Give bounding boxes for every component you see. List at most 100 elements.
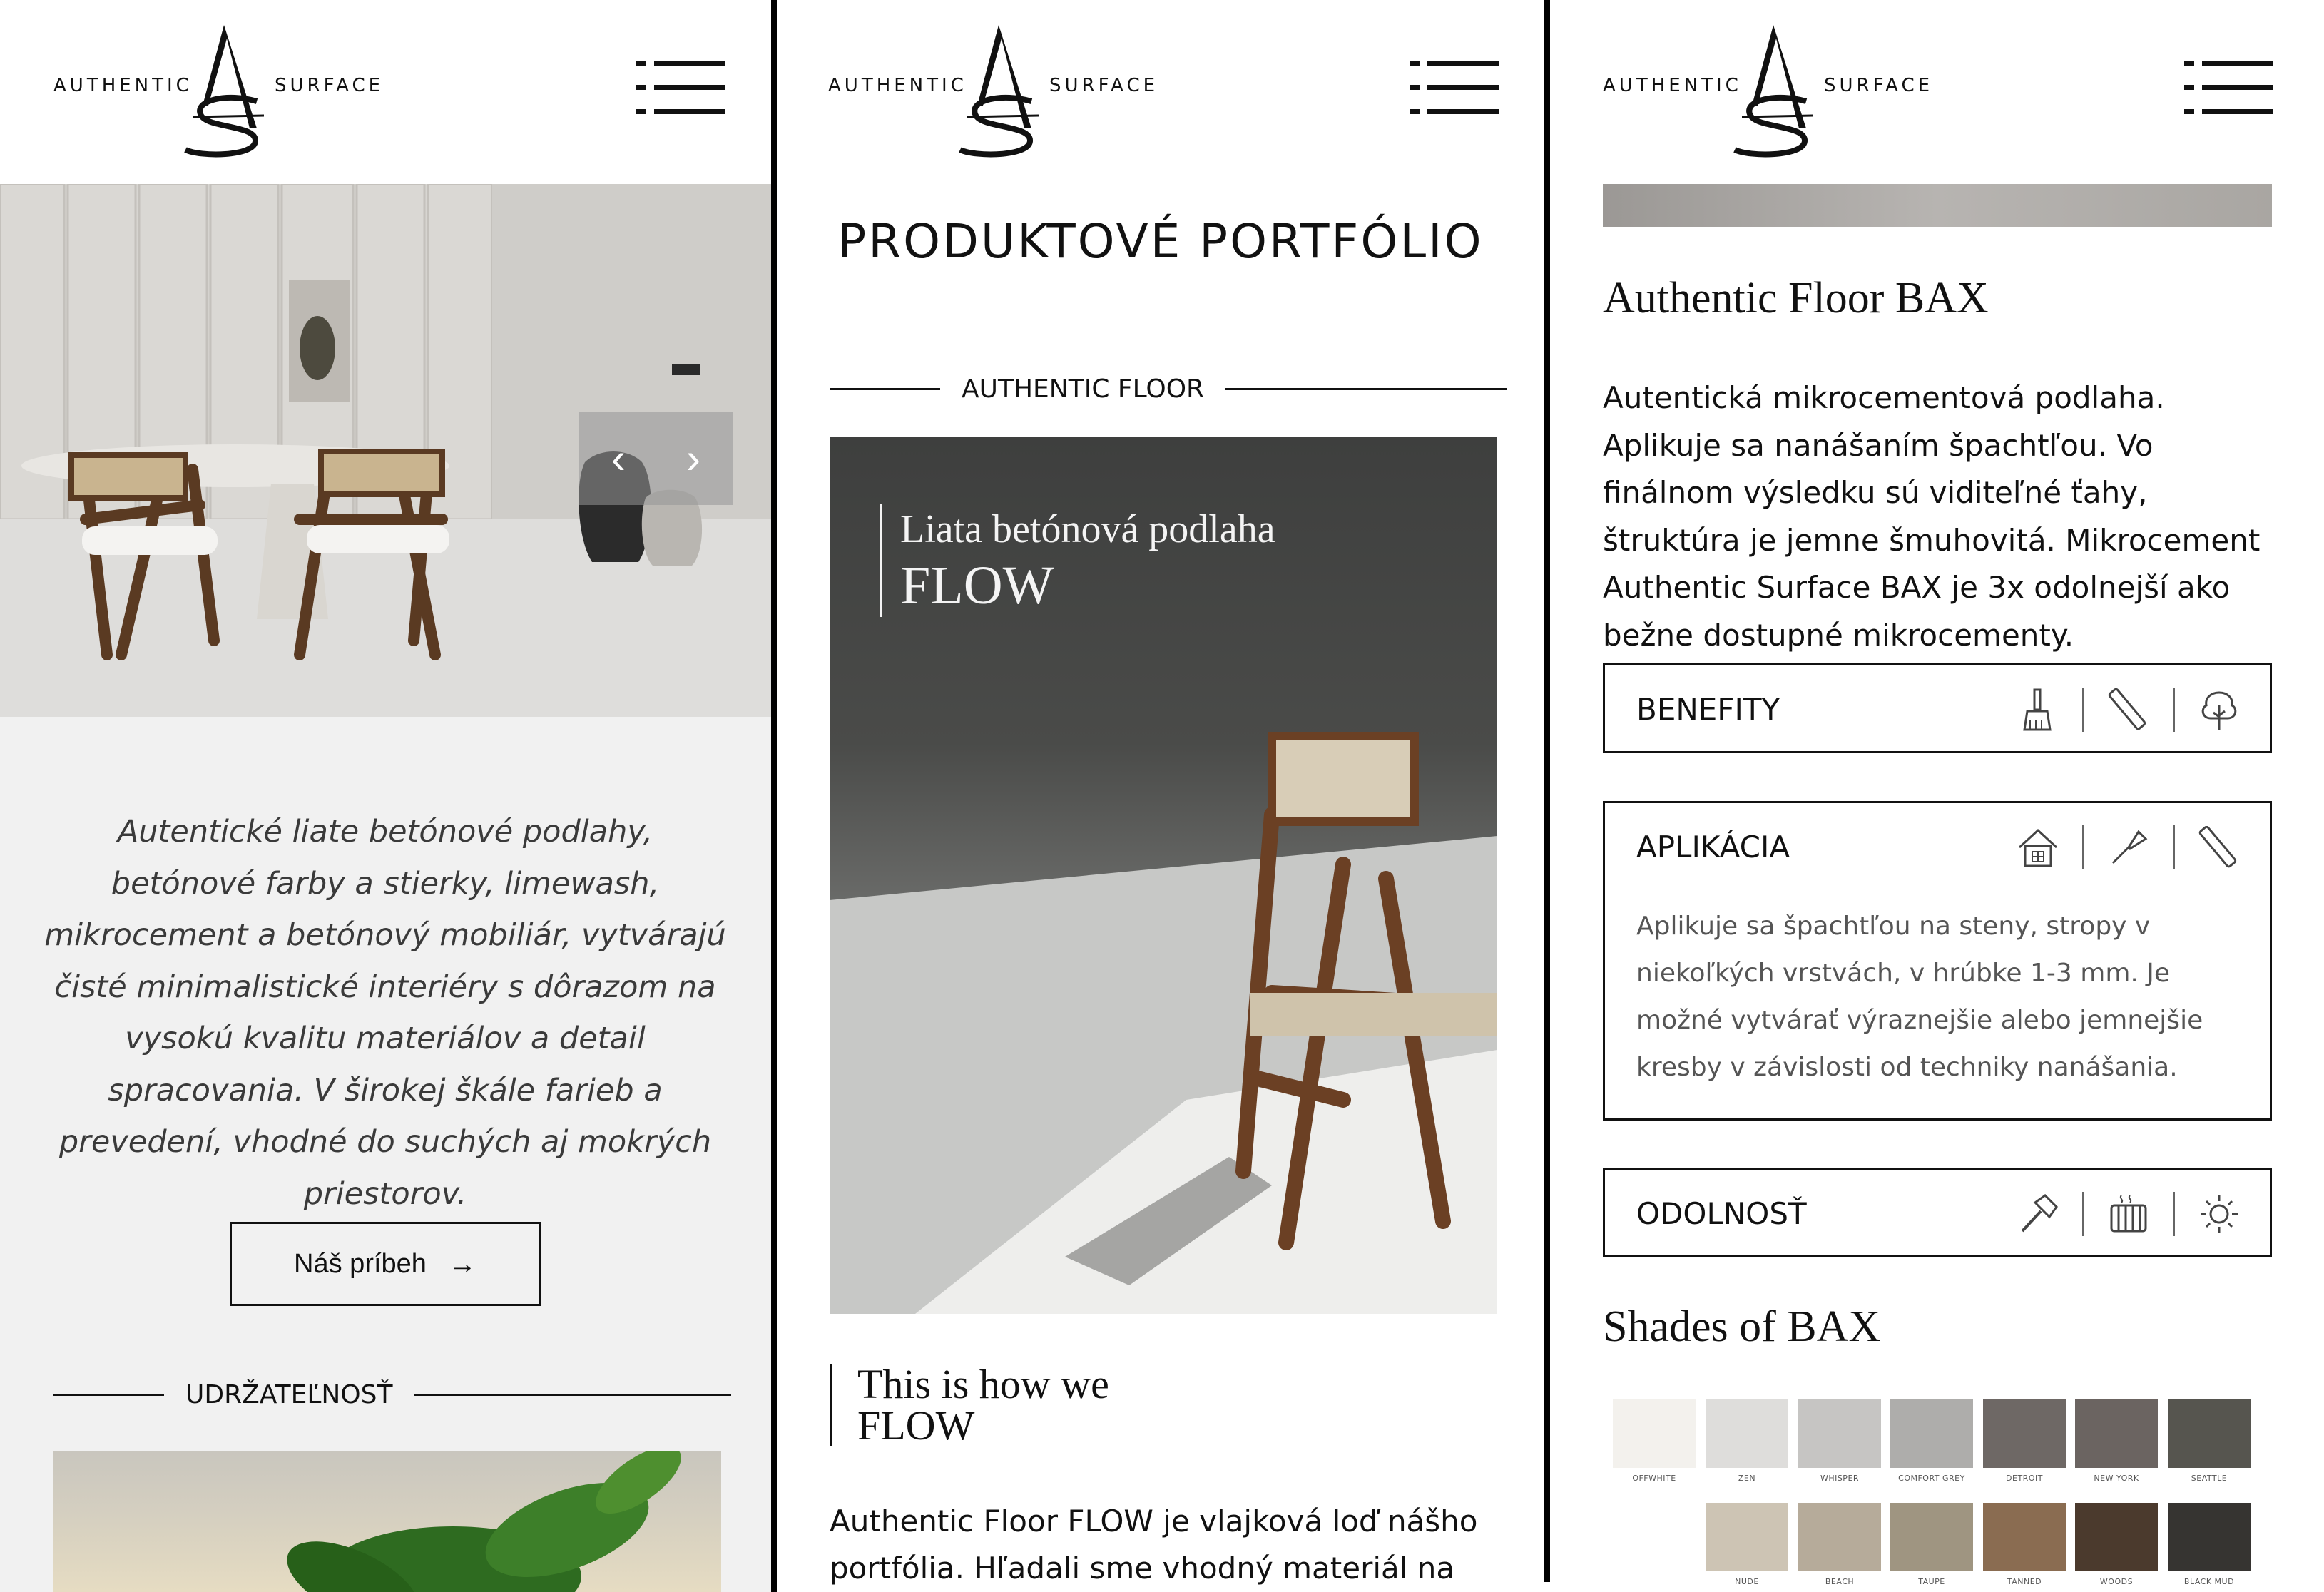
shade-swatch[interactable]: TANNED [1983,1503,2066,1586]
logo-monogram-icon [1733,25,1814,158]
shade-chip [1798,1503,1881,1571]
plant-photo [53,1451,721,1592]
accordion-benefits[interactable]: BENEFITY [1603,663,2272,753]
quote-line1: This is how we [857,1361,1109,1407]
shade-name: WHISPER [1820,1474,1860,1483]
shade-name: NEW YORK [2094,1474,2139,1483]
shade-name: SEATTLE [2191,1474,2228,1483]
shade-chip [2168,1399,2251,1468]
shade-chip [1798,1399,1881,1468]
brand-word-right: SURFACE [1049,75,1159,96]
product-description: Autentická mikrocementová podlaha. Aplik… [1603,380,2261,653]
authentic-floor-label: AUTHENTIC FLOOR [962,374,1205,404]
brand-logo[interactable]: AUTHENTIC SURFACE [1603,21,1938,164]
mobile-screen-product: AUTHENTIC SURFACE Authentic Floor BAX Au… [1551,0,2324,1592]
hammer-icon [2013,1189,2063,1239]
accordion-application-title[interactable]: APLIKÁCIA [1636,830,1790,864]
shade-swatch[interactable]: COMFORT GREY [1890,1399,1973,1483]
hero-slider-image: ‹ › [0,184,771,717]
shade-name: TANNED [2007,1577,2042,1586]
shade-name: COMFORT GREY [1898,1474,1965,1483]
logo-monogram-icon [959,25,1039,158]
mobile-screen-home: AUTHENTIC SURFACE ‹ › Autentické liate b… [0,0,771,1592]
accordion-resistance-title[interactable]: ODOLNOSŤ [1636,1196,1807,1231]
shade-swatch[interactable]: BEACH [1798,1503,1881,1586]
shade-name: BEACH [1825,1577,1855,1586]
shade-swatch[interactable]: DETROIT [1983,1399,2066,1483]
house-icon [2013,822,2063,872]
shades-title: Shades of BAX [1603,1302,1881,1351]
shade-chip [1890,1399,1973,1468]
shade-name: TAUPE [1918,1577,1945,1586]
shade-swatch[interactable]: NEW YORK [2075,1399,2158,1483]
shade-swatch[interactable]: BLACK MUD [2168,1503,2251,1586]
slider-controls: ‹ › [579,412,733,505]
shade-swatch[interactable]: TAUPE [1890,1503,1973,1586]
trowel-icon [2194,822,2244,872]
accordion-resistance[interactable]: ODOLNOSŤ [1603,1168,2272,1257]
shade-swatch[interactable]: ZEN [1706,1399,1788,1483]
panel-divider [1544,0,1550,1582]
shade-name: OFFWHITE [1632,1474,1676,1483]
menu-hamburger-icon[interactable] [2184,61,2273,118]
resistance-icons [2013,1189,2244,1239]
quote-line2: FLOW [857,1402,975,1449]
brand-word-right: SURFACE [275,75,384,96]
shade-chip [1890,1503,1973,1571]
brand-logo[interactable]: AUTHENTIC SURFACE [53,21,389,164]
intro-paragraph: Autentické liate betónové podlahy, betón… [44,814,726,1212]
menu-hamburger-icon[interactable] [636,61,725,118]
shade-name: NUDE [1735,1577,1759,1586]
sustainability-heading: UDRŽATEĽNOSŤ [53,1380,732,1409]
shade-swatch[interactable]: WHISPER [1798,1399,1881,1483]
shade-swatch[interactable]: SEATTLE [2168,1399,2251,1483]
shade-chip [2168,1503,2251,1571]
accordion-application[interactable]: APLIKÁCIA Aplikuje sa špachtľou na steny… [1603,801,2272,1121]
flow-hero-image[interactable]: Liata betónová podlaha FLOW [830,437,1497,1314]
hero-caption: Liata betónová podlaha FLOW [880,504,1275,617]
benefits-icons [2013,685,2244,735]
product-heading: Authentic Floor BAX [1603,274,1989,322]
brand-word-right: SURFACE [1824,75,1934,96]
authentic-floor-heading: AUTHENTIC FLOOR [830,374,1508,404]
shade-swatch[interactable]: NUDE [1706,1503,1788,1586]
product-image-strip [1603,184,2272,227]
shade-name: DETROIT [2006,1474,2043,1483]
shade-chip [1613,1399,1696,1468]
shade-chip [2075,1399,2158,1468]
shade-name: BLACK MUD [2183,1577,2235,1586]
shade-name: WOODS [2099,1577,2134,1586]
slider-next-button[interactable]: › [672,430,715,487]
slider-prev-button[interactable]: ‹ [597,430,640,487]
sun-icon [2194,1189,2244,1239]
menu-hamburger-icon[interactable] [1410,61,1499,118]
panel-divider [771,0,777,1592]
shade-swatch[interactable]: OFFWHITE [1613,1399,1696,1483]
accordion-benefits-title[interactable]: BENEFITY [1636,692,1780,727]
brush-icon [2013,685,2063,735]
shade-chip [1983,1399,2066,1468]
our-story-button[interactable]: Náš príbeh → [230,1222,541,1306]
flow-description: Authentic Floor FLOW je vlajková loď náš… [830,1504,1478,1586]
spatula-icon [2104,822,2154,872]
page-title: PRODUKTOVÉ PORTFÓLIO [837,214,1484,269]
shade-chip [1706,1399,1788,1468]
hero-caption-line1: Liata betónová podlaha [900,507,1275,551]
trowel-icon [2104,685,2154,735]
shade-chip [1983,1503,2066,1571]
shade-chip [1706,1503,1788,1571]
application-icons [2013,822,2244,872]
shade-chip [2075,1503,2158,1571]
radiator-icon [2104,1189,2154,1239]
shade-name: ZEN [1738,1474,1756,1483]
accordion-application-body: Aplikuje sa špachtľou na steny, stropy v… [1636,912,2203,1082]
shade-swatch[interactable]: WOODS [2075,1503,2158,1586]
tree-icon [2194,685,2244,735]
logo-monogram-icon [184,25,265,158]
sustainability-label: UDRŽATEĽNOSŤ [185,1380,393,1409]
arrow-right-icon: → [447,1247,476,1280]
mobile-screen-portfolio: AUTHENTIC SURFACE PRODUKTOVÉ PORTFÓLIO A… [777,0,1544,1592]
hero-caption-line2: FLOW [900,556,1054,616]
brand-logo[interactable]: AUTHENTIC SURFACE [828,21,1163,164]
our-story-label: Náš príbeh [294,1248,427,1279]
